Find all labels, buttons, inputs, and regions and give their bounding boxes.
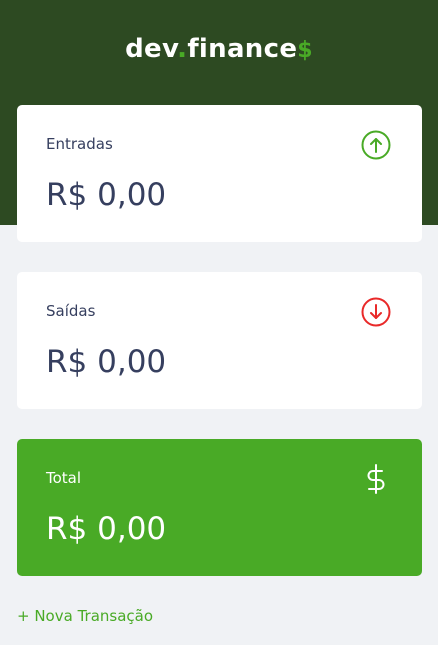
new-transaction-link[interactable]: + Nova Transação <box>17 607 153 625</box>
logo-dollar: $ <box>297 38 313 63</box>
total-label: Total <box>46 469 82 487</box>
expense-card: Saídas R$ 0,00 <box>17 272 422 409</box>
dollar-sign-icon <box>367 464 385 494</box>
arrow-down-circle-icon <box>361 297 391 327</box>
app-logo: dev.finance$ <box>0 34 438 64</box>
income-card: Entradas R$ 0,00 <box>17 105 422 242</box>
logo-text-dev: dev <box>125 34 178 64</box>
total-card: Total R$ 0,00 <box>17 439 422 576</box>
logo-text-finance: finance <box>187 34 298 64</box>
expense-value: R$ 0,00 <box>46 344 167 380</box>
income-label: Entradas <box>46 135 113 153</box>
logo-dot: . <box>177 34 188 64</box>
total-value: R$ 0,00 <box>46 511 167 547</box>
expense-label: Saídas <box>46 302 96 320</box>
income-value: R$ 0,00 <box>46 177 167 213</box>
arrow-up-circle-icon <box>361 130 391 160</box>
